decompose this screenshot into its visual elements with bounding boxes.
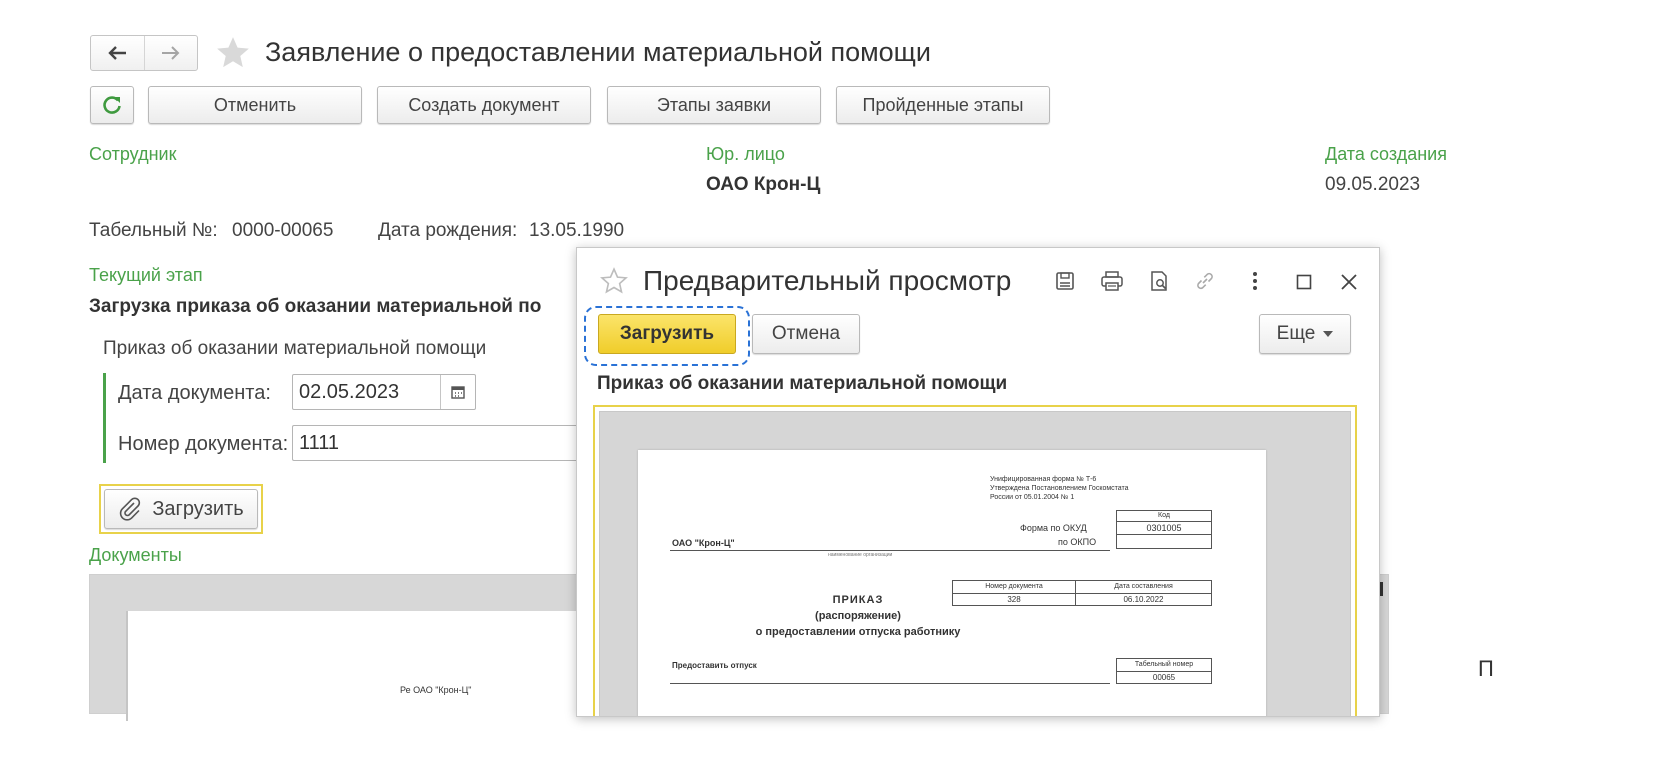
doc-date-label: Дата документа:	[118, 382, 271, 404]
star-outline-icon[interactable]	[599, 266, 629, 296]
okud-label: Форма по ОКУД	[1020, 523, 1087, 533]
passed-stages-button[interactable]: Пройденные этапы	[836, 86, 1050, 124]
form-note-3: России от 05.01.2004 № 1	[990, 494, 1075, 501]
create-document-button[interactable]: Создать документ	[377, 86, 591, 124]
right-edge-mark	[1380, 582, 1383, 596]
tab-number-header: Табельный номер	[1116, 658, 1212, 672]
favorite-star-icon[interactable]	[214, 34, 252, 72]
current-stage-value: Загрузка приказа об оказании материально…	[89, 296, 542, 317]
document-viewport: Унифицированная форма № Т-6 Утверждена П…	[599, 411, 1351, 716]
org-caption: наименование организации	[828, 552, 893, 558]
current-stage-label: Текущий этап	[89, 265, 203, 285]
order-subtitle: (распоряжение)	[815, 610, 901, 622]
order-group-title: Приказ об оказании материальной помощи	[103, 338, 487, 359]
calendar-icon[interactable]	[440, 375, 475, 409]
doc-number-header: Номер документа	[952, 580, 1076, 594]
preview-upload-button[interactable]: Загрузить	[598, 314, 736, 354]
document-page: Унифицированная форма № Т-6 Утверждена П…	[638, 450, 1266, 716]
upload-button-label: Загрузить	[152, 497, 244, 520]
documents-label: Документы	[89, 545, 182, 565]
employee-underline	[670, 683, 1110, 684]
okpo-value-cell	[1116, 535, 1212, 549]
preview-doc-title: Приказ об оказании материальной помощи	[597, 373, 1008, 394]
nav-buttons	[90, 35, 198, 71]
chevron-down-icon	[1323, 331, 1334, 337]
link-icon[interactable]	[1193, 269, 1217, 293]
paperclip-icon	[118, 497, 142, 521]
cancel-button[interactable]: Отменить	[148, 86, 362, 124]
creation-date-label: Дата создания	[1325, 144, 1447, 164]
form-note-1: Унифицированная форма № Т-6	[990, 476, 1097, 483]
doc-number-input[interactable]: 1111	[292, 425, 582, 461]
more-vertical-icon[interactable]	[1252, 271, 1258, 291]
arrow-right-icon	[161, 45, 181, 61]
bg-doc-text: Ре ОАО "Крон-Ц"	[400, 685, 472, 695]
org-underline	[670, 550, 1110, 551]
code-header: Код	[1116, 510, 1212, 521]
upload-button[interactable]: Загрузить	[104, 489, 258, 529]
page-title: Заявление о предоставлении материальной …	[265, 37, 931, 67]
back-button[interactable]	[91, 36, 145, 70]
tab-number-cell: 00065	[1116, 671, 1212, 684]
birth-date-label: Дата рождения:	[378, 220, 518, 241]
okud-value: 0301005	[1116, 521, 1212, 535]
creation-date-value: 09.05.2023	[1325, 174, 1421, 195]
order-subject: о предоставлении отпуска работнику	[755, 626, 961, 638]
refresh-button[interactable]	[90, 86, 134, 124]
org-name: ОАО "Крон-Ц"	[672, 538, 735, 548]
tab-number-label: Табельный №:	[89, 220, 218, 241]
right-edge-glyph: П	[1478, 656, 1494, 681]
order-title: ПРИКАЗ	[832, 594, 884, 606]
preview-search-icon[interactable]	[1148, 270, 1170, 292]
doc-date-cell: 06.10.2022	[1075, 593, 1212, 606]
group-accent-bar	[103, 373, 106, 463]
forward-button[interactable]	[145, 36, 198, 70]
legal-entity-value: ОАО Крон-Ц	[706, 174, 821, 195]
okpo-label: по ОКПО	[1058, 537, 1097, 547]
doc-date-input[interactable]: 02.05.2023	[292, 374, 476, 410]
more-button-label: Еще	[1276, 323, 1316, 344]
doc-number-label: Номер документа:	[118, 433, 289, 455]
more-button[interactable]: Еще	[1259, 314, 1351, 354]
refresh-icon	[101, 94, 123, 116]
employee-label: Сотрудник	[89, 144, 177, 164]
preview-cancel-button[interactable]: Отмена	[752, 314, 860, 354]
form-note-2: Утверждена Постановлением Госкомстата	[990, 485, 1129, 492]
doc-date-value: 02.05.2023	[299, 380, 400, 403]
legal-entity-label: Юр. лицо	[706, 144, 785, 164]
close-icon[interactable]	[1339, 272, 1359, 292]
document-frame: Унифицированная форма № Т-6 Утверждена П…	[593, 405, 1357, 716]
tab-number-value: 0000-00065	[232, 220, 334, 241]
doc-number-value: 1111	[299, 431, 340, 454]
doc-date-header: Дата составления	[1075, 580, 1212, 594]
birth-date-value: 13.05.1990	[529, 220, 625, 241]
print-icon[interactable]	[1100, 270, 1124, 292]
preview-title: Предварительный просмотр	[643, 265, 1012, 296]
preview-dialog: Предварительный просмотр Загрузить Отмен…	[576, 247, 1380, 717]
arrow-left-icon	[107, 45, 127, 61]
maximize-icon[interactable]	[1296, 274, 1312, 290]
save-icon[interactable]	[1054, 270, 1076, 292]
request-stages-button[interactable]: Этапы заявки	[607, 86, 821, 124]
grant-leave-label: Предоставить отпуск	[672, 661, 757, 670]
